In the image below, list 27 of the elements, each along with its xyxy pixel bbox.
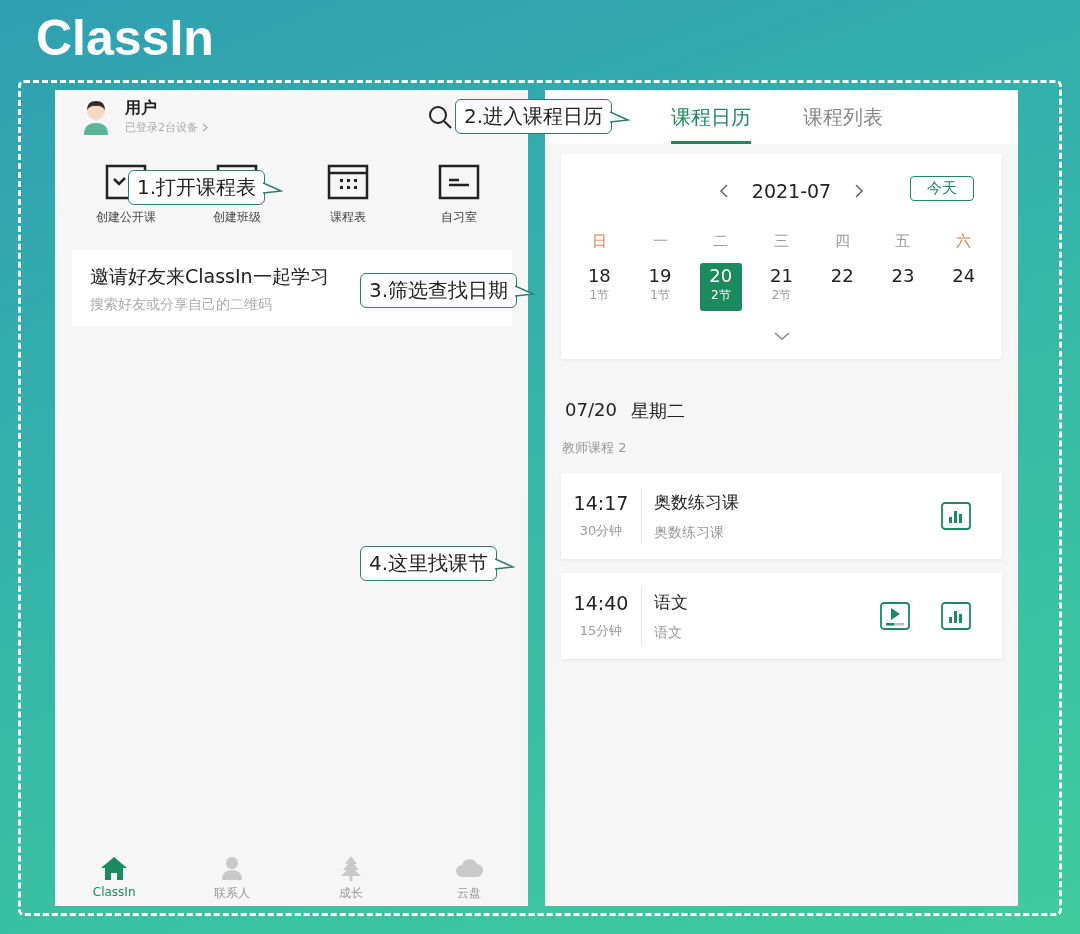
step-tooltip: 4.这里找课节 bbox=[360, 546, 498, 581]
weekday-label: 三 bbox=[774, 232, 789, 251]
invite-subtitle: 搜索好友或分享自己的二维码 bbox=[90, 296, 272, 314]
logo: ClassIn bbox=[36, 9, 214, 68]
invite-title: 邀请好友来ClassIn一起学习 bbox=[90, 264, 329, 289]
lesson-time: 14:17 bbox=[573, 492, 629, 514]
lesson-title: 语文 bbox=[654, 590, 689, 614]
lesson-duration: 30分钟 bbox=[579, 522, 623, 540]
weekday-label: 六 bbox=[956, 232, 972, 251]
step-tooltip: 3.筛选查找日期 bbox=[360, 273, 518, 308]
user-name: 用户 bbox=[125, 98, 158, 118]
step-tooltip: 1.打开课程表 bbox=[128, 170, 266, 205]
weekday-label: 二 bbox=[713, 232, 729, 251]
lesson-duration: 15分钟 bbox=[579, 622, 623, 640]
weekday-title: 星期二 bbox=[630, 399, 685, 423]
weekday-label: 四 bbox=[834, 232, 850, 251]
weekday-label: 五 bbox=[895, 232, 911, 251]
lesson-subtitle: 语文 bbox=[654, 623, 683, 642]
date-label: 07/20 bbox=[565, 399, 617, 422]
lesson-time: 14:40 bbox=[573, 592, 629, 614]
lesson-title: 奥数练习课 bbox=[654, 490, 740, 514]
weekday-label: 日 bbox=[591, 232, 607, 251]
section-label: 教师课程 2 bbox=[562, 439, 628, 457]
step-tooltip: 2.进入课程日历 bbox=[455, 99, 613, 134]
lesson-subtitle: 奥数练习课 bbox=[654, 523, 725, 542]
weekday-label: 一 bbox=[652, 232, 668, 251]
month-label: 2021-07 bbox=[751, 180, 832, 202]
